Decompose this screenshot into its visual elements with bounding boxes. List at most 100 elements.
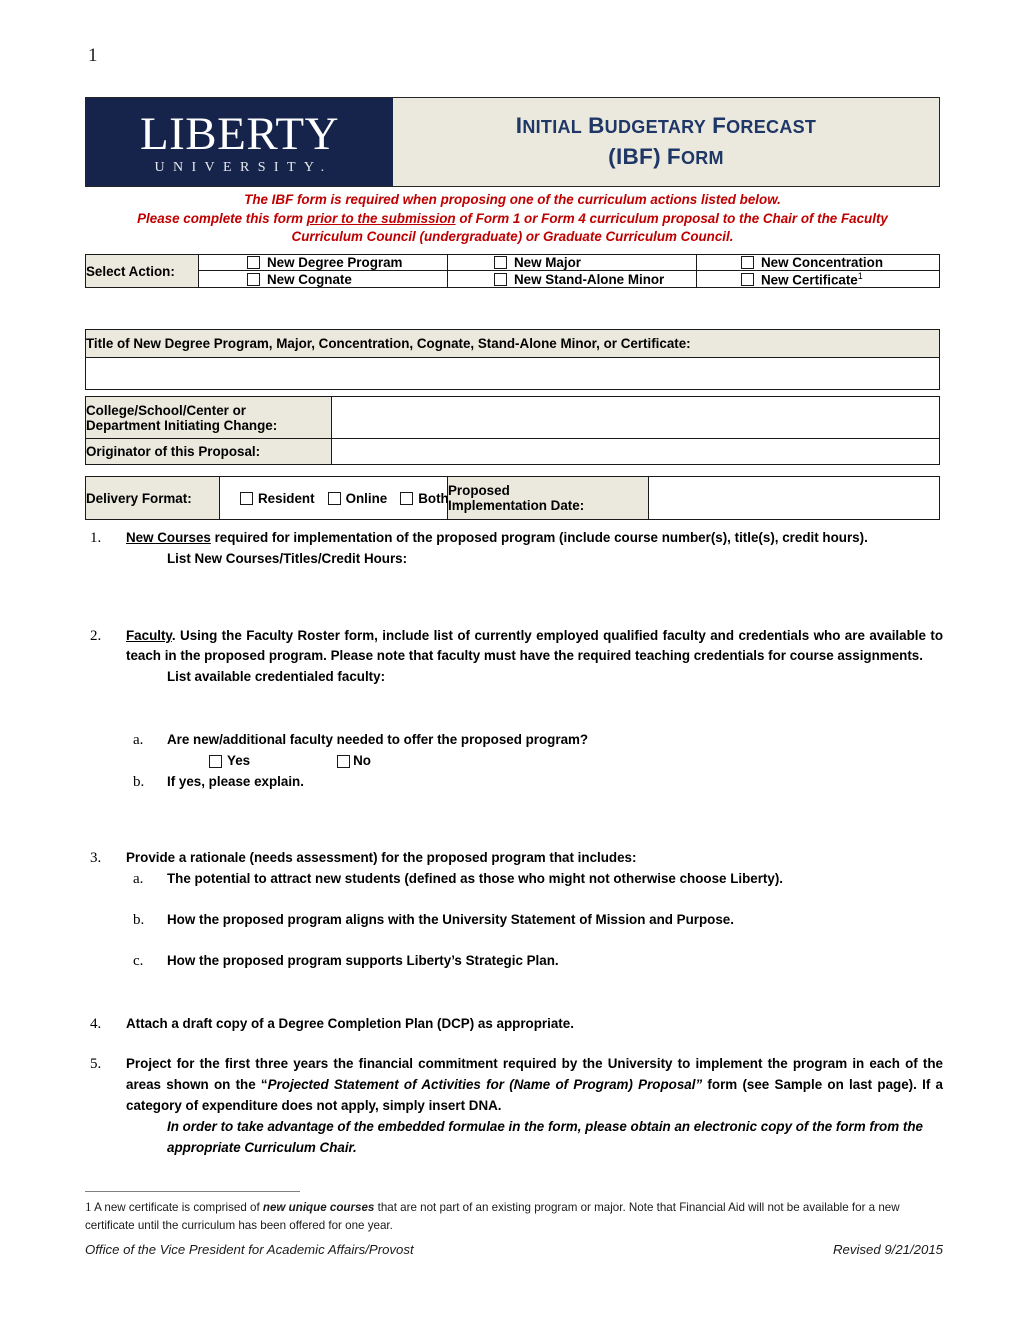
list-item-1-marker: 1. [90, 530, 102, 546]
label-resident: Resident [258, 490, 315, 506]
list-item-1: 1. New Courses required for implementati… [85, 528, 943, 570]
program-title-label-row: Title of New Degree Program, Major, Conc… [85, 329, 940, 358]
instruction-line-3: Curriculum Council (undergraduate) or Gr… [291, 229, 734, 244]
form-instructions: The IBF form is required when proposing … [85, 191, 940, 247]
checkbox-new-cognate[interactable] [247, 272, 260, 286]
label-new-stand-alone-minor: New Stand-Alone Minor [514, 271, 665, 287]
checkbox-new-major[interactable] [494, 256, 507, 269]
title-cap-form-f: F [666, 143, 681, 169]
list-item-3b-text: How the proposed program aligns with the… [167, 911, 734, 927]
delivery-format-label: Delivery Format: [86, 490, 192, 506]
label-no: No [353, 752, 371, 768]
option-no[interactable]: No [337, 751, 371, 772]
document-page: 1 LIBERTY UNIVERSITY. INITIAL BUDGETARY … [0, 0, 1020, 1320]
checkbox-yes[interactable] [209, 754, 222, 768]
instruction-line-2-before: Please complete this form [137, 210, 307, 226]
form-requirements-list: 1. New Courses required for implementati… [85, 528, 943, 1158]
footer-revision-date: Revised 9/21/2015 [833, 1242, 943, 1257]
label-new-cognate: New Cognate [267, 271, 352, 287]
option-cell-new-major[interactable]: New Major [447, 254, 697, 271]
list-item-3c-marker: c. [133, 952, 144, 969]
checkbox-new-concentration[interactable] [741, 256, 754, 269]
list-item-1-subline: List New Courses/Titles/Credit Hours: [167, 550, 408, 566]
option-cell-new-degree-program[interactable]: New Degree Program [198, 254, 448, 271]
spacer-3b-3c [85, 931, 943, 951]
checkbox-no[interactable] [337, 754, 351, 768]
list-item-5-text: Project for the first three years the fi… [126, 1054, 943, 1116]
title-ibf: (IBF) [608, 143, 661, 169]
page-footer: Office of the Vice President for Academi… [85, 1242, 943, 1257]
program-title-input[interactable] [85, 357, 940, 390]
implementation-date-label-line-1: Proposed [448, 483, 510, 498]
label-yes: Yes [227, 752, 251, 768]
list-item-2: 2. Faculty. Using the Faculty Roster for… [85, 626, 943, 688]
label-new-certificate-text: New Certificate [761, 272, 858, 288]
checkbox-online[interactable] [327, 491, 341, 505]
list-item-5-marker: 5. [90, 1056, 102, 1073]
list-item-3b: b. How the proposed program aligns with … [85, 910, 943, 931]
college-label-cell: College/School/Center or Department Init… [85, 396, 332, 439]
program-title-table: Title of New Degree Program, Major, Conc… [85, 329, 940, 390]
program-title-label: Title of New Degree Program, Major, Conc… [86, 336, 691, 351]
list-item-3b-marker: b. [133, 911, 145, 928]
spacer-3a-3b [85, 890, 943, 910]
list-item-3a: a. The potential to attract new students… [85, 869, 943, 890]
list-item-2b-text: If yes, please explain. [167, 773, 304, 789]
form-header-band: LIBERTY UNIVERSITY. INITIAL BUDGETARY FO… [85, 97, 940, 187]
checkbox-new-stand-alone-minor[interactable] [494, 272, 507, 286]
list-item-2a-marker: a. [133, 731, 144, 748]
delivery-format-options-cell: Resident Online Both [219, 476, 449, 520]
label-new-concentration: New Concentration [761, 255, 884, 270]
form-title-line-2: (IBF) FORM [608, 141, 724, 174]
list-item-3c-text: How the proposed program supports Libert… [167, 952, 559, 968]
list-item-2-emphasis: Faculty [126, 627, 172, 643]
checkbox-resident[interactable] [240, 491, 253, 505]
title-word-budgetary: UDGETARY [604, 116, 707, 137]
college-input[interactable] [331, 396, 940, 439]
option-both[interactable]: Both [400, 491, 449, 506]
checkbox-new-degree-program[interactable] [247, 256, 260, 269]
originating-unit-table: College/School/Center or Department Init… [85, 396, 940, 465]
originator-row: Originator of this Proposal: [85, 438, 940, 465]
option-cell-new-cognate[interactable]: New Cognate [198, 269, 448, 289]
label-new-major: New Major [514, 255, 581, 270]
option-cell-new-stand-alone-minor[interactable]: New Stand-Alone Minor [447, 269, 697, 289]
select-action-label: Select Action: [86, 263, 175, 279]
originator-label-cell: Originator of this Proposal: [85, 438, 332, 465]
college-label-line-1: College/School/Center or [86, 402, 246, 418]
title-word-initial: NITIAL [522, 116, 583, 137]
checkbox-new-certificate[interactable] [741, 272, 754, 286]
title-cap-b: B [588, 112, 605, 138]
select-action-label-cell: Select Action: [85, 253, 199, 289]
option-cell-new-certificate[interactable]: New Certificate1 [696, 269, 940, 289]
footnote-marker-certificate: 1 [857, 271, 863, 281]
option-cell-new-concentration[interactable]: New Concentration [696, 254, 940, 271]
list-item-2-marker: 2. [90, 627, 102, 644]
footnote-part-1: A new certificate is comprised of [91, 1201, 263, 1214]
instruction-line-2: Please complete this form prior to the s… [85, 210, 940, 229]
list-item-1-emphasis: New Courses [126, 530, 211, 545]
list-item-3-marker: 3. [90, 850, 102, 867]
list-item-2a: a. Are new/additional faculty needed to … [85, 730, 943, 751]
option-online[interactable]: Online [327, 491, 387, 506]
faculty-needed-choice-group: Yes No [85, 751, 943, 772]
implementation-date-input[interactable] [648, 476, 940, 520]
select-action-row-2: New Cognate New Stand-Alone Minor New Ce… [86, 269, 940, 289]
logo-subtext: UNIVERSITY. [154, 159, 333, 175]
list-item-2b-marker: b. [133, 773, 145, 790]
checkbox-both[interactable] [400, 491, 414, 505]
label-new-certificate: New Certificate1 [761, 271, 863, 287]
spacer-after-item-4 [85, 1034, 943, 1054]
originator-input[interactable] [331, 438, 940, 465]
option-yes[interactable]: Yes [209, 751, 250, 772]
spacer-after-item-3 [85, 972, 943, 1014]
delivery-format-row: Delivery Format: Resident Online Both Pr… [85, 476, 940, 520]
instruction-line-1: The IBF form is required when proposing … [244, 192, 781, 207]
title-cap-f: F [712, 112, 727, 138]
list-item-2-rest: . Using the Faculty Roster form, include… [126, 627, 943, 664]
list-item-5: 5. Project for the first three years the… [85, 1054, 943, 1158]
option-resident[interactable]: Resident [240, 491, 315, 506]
form-title-line-1: INITIAL BUDGETARY FORECAST [516, 111, 816, 141]
list-item-3a-marker: a. [133, 871, 144, 888]
select-action-row-1: Select Action: New Degree Program New Ma… [85, 253, 940, 289]
